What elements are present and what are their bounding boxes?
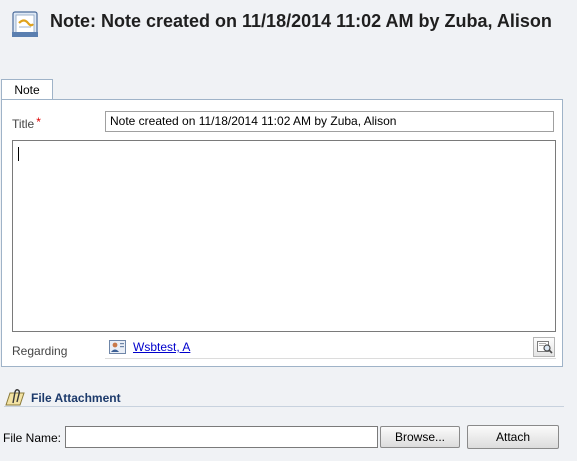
file-name-label: File Name: [3, 431, 62, 445]
title-input[interactable]: Note created on 11/18/2014 11:02 AM by Z… [105, 111, 554, 132]
regarding-lookup-field: Wsbtest, A [105, 337, 556, 359]
note-body-textarea[interactable] [12, 140, 556, 332]
browse-button[interactable]: Browse... [380, 426, 460, 448]
tab-note[interactable]: Note [1, 79, 53, 100]
note-form-panel: Title * Note created on 11/18/2014 11:02 … [1, 99, 563, 367]
page-title: Note: Note created on 11/18/2014 11:02 A… [50, 11, 552, 31]
regarding-link[interactable]: Wsbtest, A [133, 340, 190, 354]
file-attachment-section: File Attachment [4, 389, 564, 409]
contact-card-icon [109, 340, 126, 354]
file-name-input[interactable] [65, 426, 378, 448]
attach-button[interactable]: Attach [467, 425, 559, 449]
title-label: Title * [12, 115, 41, 131]
section-divider [4, 406, 564, 407]
note-document-icon [9, 7, 43, 41]
section-title: File Attachment [31, 391, 121, 405]
lookup-magnifier-icon [537, 341, 553, 354]
title-label-text: Title [12, 117, 35, 131]
text-caret [18, 147, 19, 161]
regarding-label: Regarding [12, 344, 68, 358]
required-marker: * [36, 115, 41, 129]
lookup-button[interactable] [533, 337, 555, 357]
paperclip-icon [4, 389, 28, 407]
